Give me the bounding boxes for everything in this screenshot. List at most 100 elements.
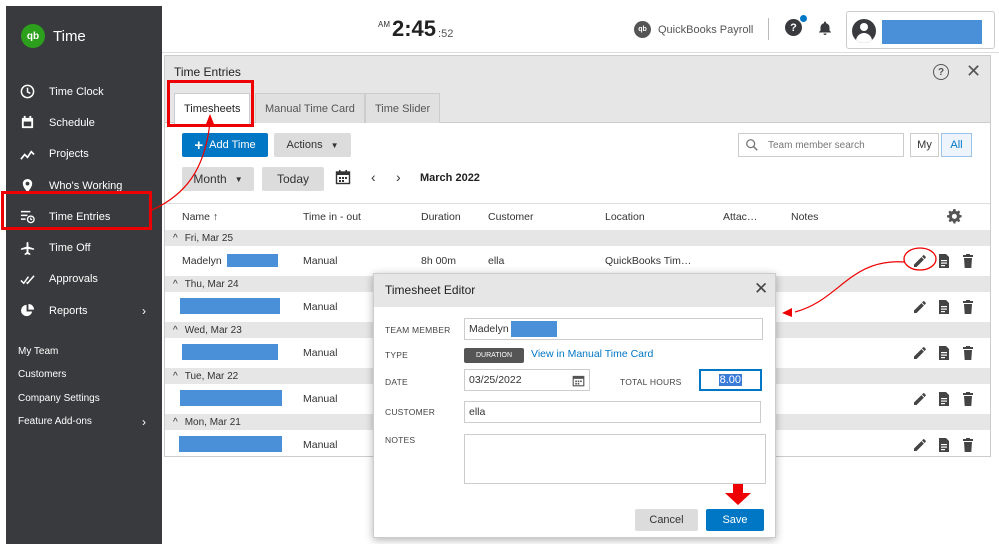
trash-icon[interactable] (960, 391, 976, 407)
redacted-name (227, 254, 278, 267)
quickbooks-payroll-link[interactable]: qb QuickBooks Payroll (634, 21, 753, 38)
add-time-button[interactable]: + Add Time (182, 133, 268, 157)
edit-pencil-icon[interactable] (912, 437, 928, 453)
current-time: AM 2:45 :52 (378, 16, 453, 42)
cell-location: QuickBooks Tim… (605, 255, 692, 267)
next-period-button[interactable]: › (396, 169, 401, 185)
help-icon[interactable]: ? (933, 64, 949, 80)
redacted-name (180, 298, 280, 314)
sidebar-item-time-off[interactable]: Time Off (6, 232, 162, 263)
sidebar-item-company-settings[interactable]: Company Settings (6, 387, 162, 410)
edit-pencil-icon[interactable] (912, 391, 928, 407)
document-icon[interactable] (936, 345, 952, 361)
date-group-header[interactable]: ^ Fri, Mar 25 (165, 230, 990, 246)
document-icon[interactable] (936, 299, 952, 315)
trash-icon[interactable] (960, 437, 976, 453)
sidebar-item-time-clock[interactable]: Time Clock (6, 76, 162, 107)
sidebar-item-approvals[interactable]: Approvals (6, 264, 162, 295)
tab-manual-time-card[interactable]: Manual Time Card (255, 93, 365, 123)
sidebar-secondary-nav: My Team Customers Company Settings Featu… (6, 340, 162, 433)
view-in-manual-time-card-link[interactable]: View in Manual Time Card (531, 348, 653, 360)
calendar-icon (19, 115, 35, 131)
sidebar-item-feature-add-ons[interactable]: Feature Add-ons › (6, 410, 162, 433)
toggle-all[interactable]: All (941, 133, 972, 157)
tab-timesheets[interactable]: Timesheets (174, 93, 251, 124)
customer-value: ella (469, 406, 486, 418)
sidebar-item-customers[interactable]: Customers (6, 363, 162, 386)
table-row[interactable]: Madelyn Manual 8h 00m ella QuickBooks Ti… (165, 246, 990, 276)
projects-icon (19, 146, 35, 162)
notes-textarea[interactable] (464, 434, 766, 484)
tab-time-slider[interactable]: Time Slider (365, 93, 441, 123)
close-icon[interactable]: ✕ (966, 61, 981, 82)
group-date: Tue, Mar 22 (184, 370, 239, 382)
trash-icon[interactable] (960, 253, 976, 269)
customer-label: CUSTOMER (385, 407, 436, 417)
sidebar-item-my-team[interactable]: My Team (6, 340, 162, 363)
collapse-caret-icon: ^ (173, 232, 178, 244)
user-menu[interactable] (846, 11, 995, 49)
customer-field[interactable]: ella (464, 401, 761, 423)
row-actions (912, 299, 976, 315)
cell-time: Manual (303, 347, 338, 359)
bell-icon[interactable] (817, 20, 833, 36)
caret-down-icon: ▼ (234, 174, 243, 184)
team-member-search[interactable]: Team member search (738, 133, 904, 157)
save-button[interactable]: Save (706, 509, 764, 531)
previous-period-button[interactable]: ‹ (371, 169, 376, 185)
date-value: 03/25/2022 (469, 374, 522, 386)
sidebar-item-projects[interactable]: Projects (6, 139, 162, 170)
period-dropdown[interactable]: Month ▼ (182, 167, 254, 191)
brand[interactable]: qb Time (21, 24, 86, 48)
toggle-my[interactable]: My (910, 133, 939, 157)
team-member-field[interactable]: Madelyn (464, 318, 763, 340)
pie-chart-icon (19, 303, 35, 319)
edit-pencil-icon[interactable] (912, 345, 928, 361)
chevron-right-icon: › (142, 303, 146, 318)
column-header-location[interactable]: Location (605, 211, 645, 223)
sidebar-item-reports[interactable]: Reports › (6, 295, 162, 326)
gear-icon[interactable] (946, 208, 962, 224)
column-header-time-in-out[interactable]: Time in - out (303, 211, 361, 223)
cell-time: Manual (303, 393, 338, 405)
duration-badge: DURATION (464, 348, 524, 363)
actions-dropdown[interactable]: Actions ▼ (274, 133, 351, 157)
redacted-name (180, 390, 282, 406)
sidebar-item-whos-working[interactable]: Who's Working (6, 170, 162, 201)
group-date: Wed, Mar 23 (184, 324, 242, 336)
column-header-customer[interactable]: Customer (488, 211, 534, 223)
column-header-duration[interactable]: Duration (421, 211, 461, 223)
redacted-name (182, 344, 278, 360)
help-icon[interactable]: ? (785, 19, 802, 36)
edit-pencil-icon[interactable] (912, 299, 928, 315)
sidebar-item-time-entries[interactable]: Time Entries (6, 201, 162, 232)
total-hours-input[interactable]: 8.00 (699, 369, 762, 391)
brand-name: Time (53, 27, 86, 45)
date-field[interactable]: 03/25/2022 (464, 369, 590, 391)
plus-icon: + (194, 136, 204, 154)
sidebar-item-label: Customers (18, 369, 67, 381)
clock-seconds: :52 (438, 28, 454, 40)
trash-icon[interactable] (960, 299, 976, 315)
period-label: Month (193, 172, 227, 186)
edit-pencil-icon[interactable] (912, 253, 928, 269)
sidebar-item-label: Time Entries (49, 210, 111, 223)
calendar-icon[interactable] (335, 169, 351, 185)
document-icon[interactable] (936, 253, 952, 269)
cancel-button[interactable]: Cancel (635, 509, 698, 531)
document-icon[interactable] (936, 391, 952, 407)
column-header-notes[interactable]: Notes (791, 211, 818, 223)
calendar-icon[interactable] (572, 374, 585, 387)
cell-customer: ella (488, 255, 505, 267)
document-icon[interactable] (936, 437, 952, 453)
trash-icon[interactable] (960, 345, 976, 361)
today-button[interactable]: Today (262, 167, 324, 191)
column-header-name[interactable]: Name ↑ (182, 211, 218, 223)
sidebar-item-schedule[interactable]: Schedule (6, 107, 162, 138)
group-date: Fri, Mar 25 (184, 232, 234, 244)
sidebar-item-label: Company Settings (18, 392, 100, 404)
collapse-caret-icon: ^ (173, 370, 178, 382)
collapse-caret-icon: ^ (173, 324, 178, 336)
close-icon[interactable]: ✕ (754, 279, 768, 299)
column-header-attachments[interactable]: Attac… (723, 211, 757, 223)
